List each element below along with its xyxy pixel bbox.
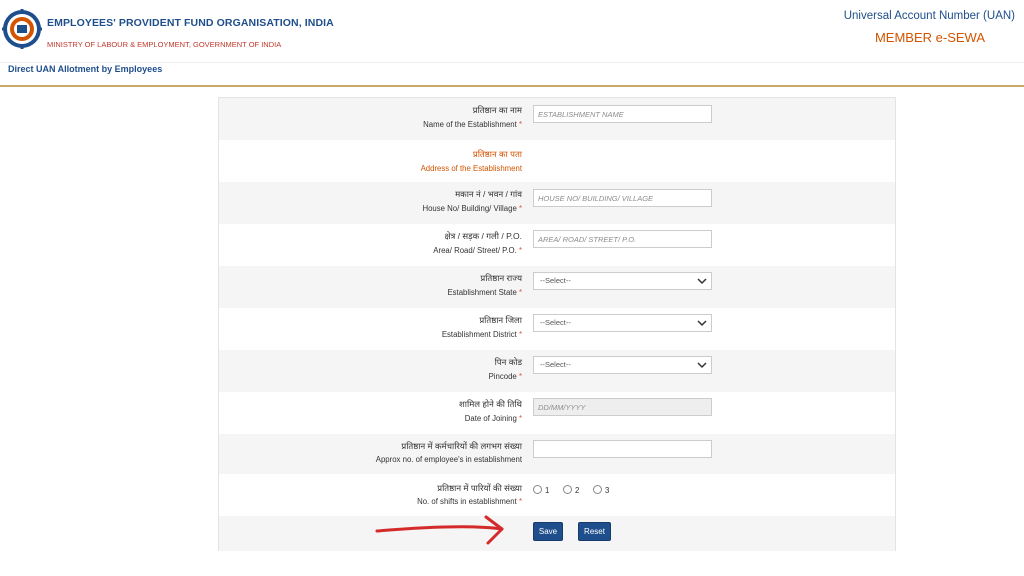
label-district-hi: प्रतिष्ठान जिला: [479, 315, 522, 325]
form-row-joining-date: शामिल होने की तिथि Date of Joining *: [219, 392, 895, 434]
uan-title: Universal Account Number (UAN): [843, 10, 1015, 22]
form-row-shifts: प्रतिष्ठान में पारियों की संख्या No. of …: [219, 474, 895, 516]
chevron-down-icon: [697, 278, 707, 285]
page-title-bar: Direct UAN Allotment by Employees: [0, 62, 1024, 87]
label-pincode-en: Pincode *: [488, 372, 522, 381]
shift-radio-3[interactable]: 3: [593, 485, 609, 495]
state-select[interactable]: --Select--: [533, 272, 712, 290]
uan-allotment-form: प्रतिष्ठान का नाम Name of the Establishm…: [218, 97, 896, 551]
reset-button[interactable]: Reset: [578, 522, 611, 541]
label-house-en: House No/ Building/ Village *: [422, 204, 522, 213]
save-button[interactable]: Save: [533, 522, 563, 541]
label-house-hi: मकान नं / भवन / गांव: [455, 189, 522, 199]
district-select[interactable]: --Select--: [533, 314, 712, 332]
label-state-hi: प्रतिष्ठान राज्य: [480, 273, 522, 283]
form-row-pincode: पिन कोड Pincode * --Select--: [219, 350, 895, 392]
state-select-value: --Select--: [540, 276, 571, 285]
form-row-area: क्षेत्र / सड़क / गली / P.O. Area/ Road/ …: [219, 224, 895, 266]
red-arrow-icon: [375, 515, 504, 545]
page-title: Direct UAN Allotment by Employees: [8, 64, 163, 74]
form-row-house: मकान नं / भवन / गांव House No/ Building/…: [219, 182, 895, 224]
house-input[interactable]: [533, 189, 712, 207]
form-row-actions: Save Reset: [219, 516, 895, 551]
label-address-en: Address of the Establishment: [420, 164, 522, 173]
shift-radio-2[interactable]: 2: [563, 485, 579, 495]
shift-radio-1[interactable]: 1: [533, 485, 549, 495]
employee-count-input[interactable]: [533, 440, 712, 458]
area-input[interactable]: [533, 230, 712, 248]
radio-circle-icon: [593, 485, 602, 494]
label-district-en: Establishment District *: [441, 330, 522, 339]
joining-date-input[interactable]: [533, 398, 712, 416]
site-header: EMPLOYEES' PROVIDENT FUND ORGANISATION, …: [0, 0, 1024, 62]
form-row-employee-count: प्रतिष्ठान में कर्मचारियों की लगभग संख्य…: [219, 434, 895, 474]
label-establishment-name-en: Name of the Establishment *: [423, 120, 522, 129]
pincode-select-value: --Select--: [540, 360, 571, 369]
radio-circle-icon: [533, 485, 542, 494]
chevron-down-icon: [697, 362, 707, 369]
form-row-state: प्रतिष्ठान राज्य Establishment State * -…: [219, 266, 895, 308]
label-area-en: Area/ Road/ Street/ P.O. *: [433, 246, 522, 255]
form-row-district: प्रतिष्ठान जिला Establishment District *…: [219, 308, 895, 350]
portal-name: MEMBER e-SEWA: [874, 30, 985, 45]
radio-circle-icon: [563, 485, 572, 494]
district-select-value: --Select--: [540, 318, 571, 327]
label-joining-hi: शामिल होने की तिथि: [459, 399, 522, 409]
ministry-name: MINISTRY OF LABOUR & EMPLOYMENT, GOVERNM…: [47, 40, 282, 49]
label-state-en: Establishment State *: [447, 288, 522, 297]
org-name: EMPLOYEES' PROVIDENT FUND ORGANISATION, …: [47, 17, 334, 29]
form-row-address-heading: प्रतिष्ठान का पता Address of the Establi…: [219, 140, 895, 182]
establishment-name-input[interactable]: [533, 105, 712, 123]
label-pincode-hi: पिन कोड: [494, 357, 522, 367]
label-joining-en: Date of Joining *: [464, 414, 522, 423]
epfo-logo-icon: [2, 9, 42, 49]
label-employees-en: Approx no. of employee's in establishmen…: [375, 455, 522, 464]
label-area-hi: क्षेत्र / सड़क / गली / P.O.: [444, 231, 522, 241]
label-address-hi: प्रतिष्ठान का पता: [472, 149, 522, 159]
label-shifts-en: No. of shifts in establishment *: [417, 497, 522, 506]
label-shifts-hi: प्रतिष्ठान में पारियों की संख्या: [437, 483, 522, 493]
label-establishment-name-hi: प्रतिष्ठान का नाम: [472, 105, 522, 115]
pincode-select[interactable]: --Select--: [533, 356, 712, 374]
chevron-down-icon: [697, 320, 707, 327]
form-row-establishment-name: प्रतिष्ठान का नाम Name of the Establishm…: [219, 98, 895, 140]
label-employees-hi: प्रतिष्ठान में कर्मचारियों की लगभग संख्य…: [401, 441, 522, 451]
